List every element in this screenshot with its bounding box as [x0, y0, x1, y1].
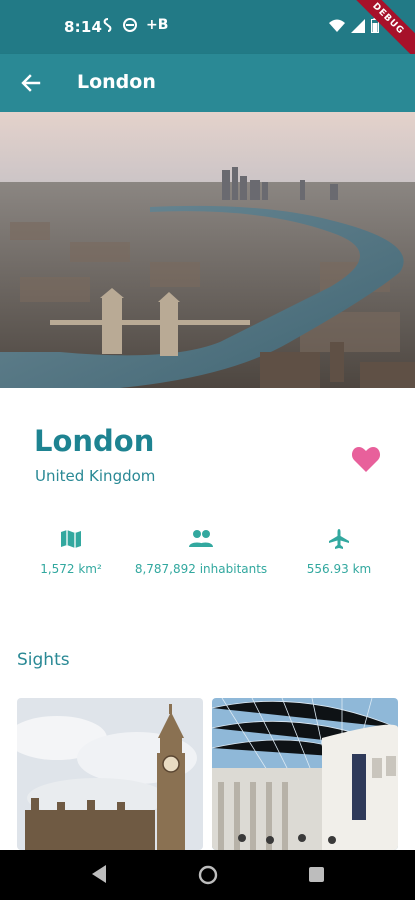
stat-population: 8,787,892 inhabitants — [134, 528, 268, 576]
sight-image — [17, 698, 203, 850]
sim-icon — [103, 18, 112, 32]
sync-icon — [123, 18, 137, 32]
country-name: United Kingdom — [35, 467, 156, 485]
nav-back-icon[interactable] — [90, 864, 108, 884]
stat-area-label: 1,572 km² — [40, 562, 102, 576]
stat-distance: 556.93 km — [304, 528, 374, 576]
map-icon — [61, 530, 81, 548]
page-title: London — [77, 71, 156, 93]
status-indicator-text: +B — [146, 17, 169, 33]
heart-icon — [351, 447, 381, 472]
status-bar: 8:14 +B DEBUG — [0, 0, 415, 65]
section-title-sights: Sights — [17, 650, 70, 670]
status-time: 8:14 — [64, 18, 103, 36]
city-name: London — [34, 424, 155, 458]
signal-icon — [351, 18, 365, 33]
status-system-icons — [329, 18, 379, 33]
city-stats: 1,572 km² 8,787,892 inhabitants 556.93 k… — [0, 528, 415, 588]
people-icon — [189, 530, 213, 547]
sight-image — [212, 698, 398, 850]
system-navigation-bar — [0, 850, 415, 900]
wifi-icon — [329, 19, 345, 32]
status-notification-icons: +B — [102, 17, 168, 33]
app-bar: London — [0, 54, 415, 112]
arrow-left-icon — [21, 74, 41, 92]
stat-area: 1,572 km² — [40, 528, 102, 576]
sight-card[interactable] — [17, 698, 203, 850]
stat-distance-label: 556.93 km — [306, 562, 372, 576]
stat-population-label: 8,787,892 inhabitants — [134, 562, 268, 576]
nav-home-icon[interactable] — [198, 865, 218, 885]
city-hero-image — [0, 112, 415, 388]
sight-card[interactable] — [212, 698, 398, 850]
airplane-icon — [329, 529, 349, 549]
favorite-button[interactable] — [348, 442, 384, 476]
back-button[interactable] — [14, 66, 48, 100]
nav-recents-icon[interactable] — [308, 866, 325, 883]
